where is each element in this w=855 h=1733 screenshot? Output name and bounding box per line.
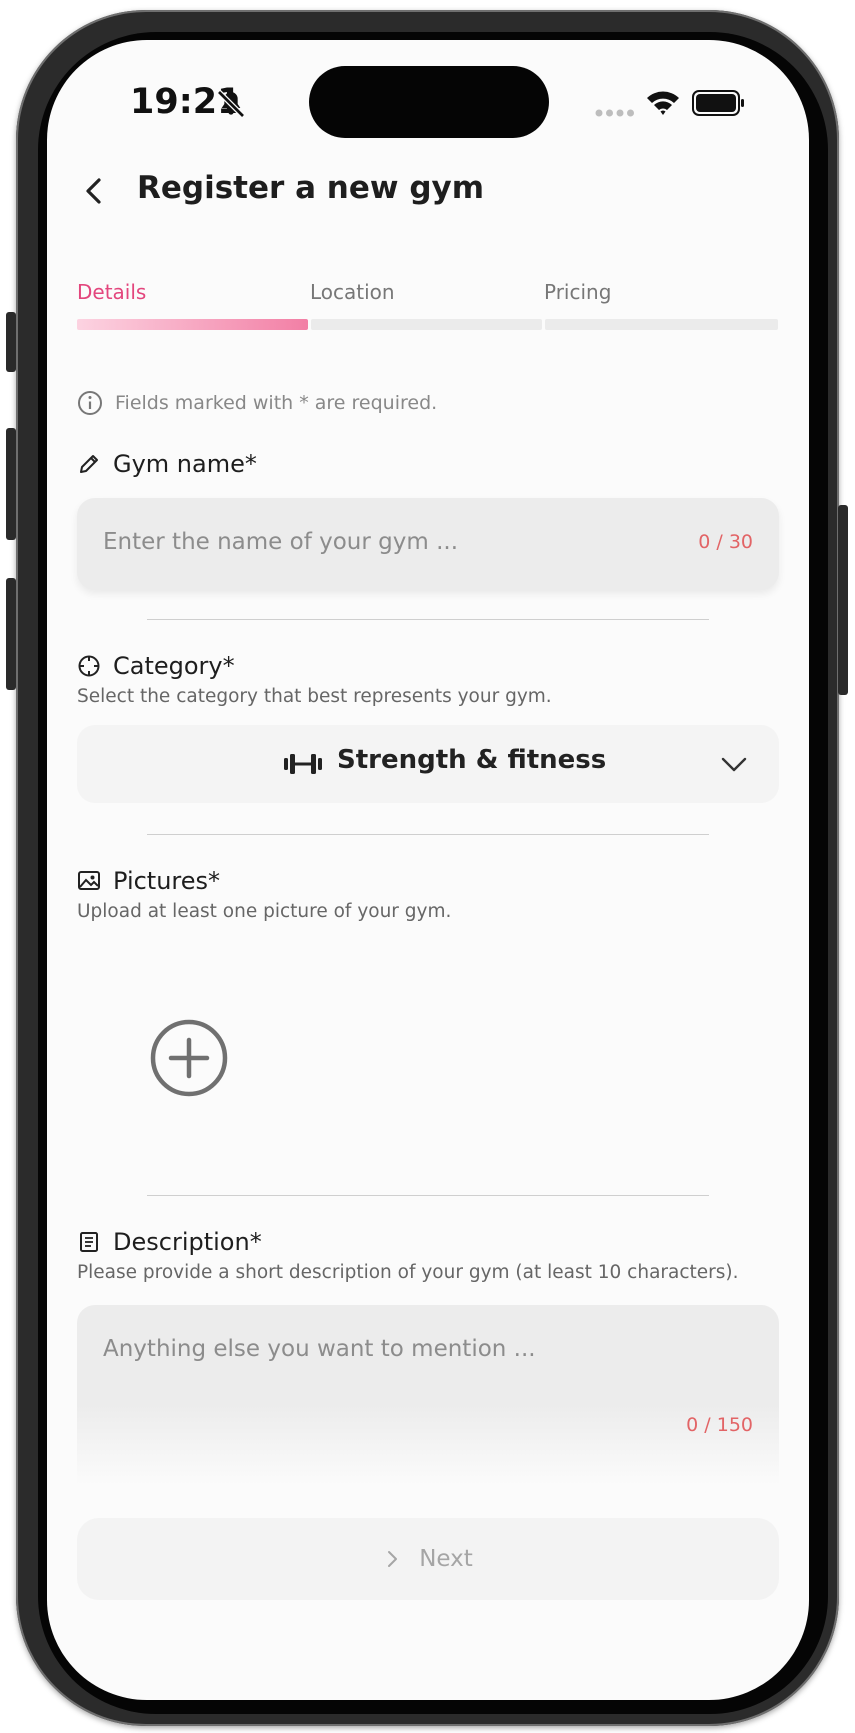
category-select[interactable]: Strength & fitness (77, 725, 779, 803)
image-gallery-icon (78, 871, 100, 890)
gym-name-title: Gym name* (77, 450, 257, 478)
add-picture-icon[interactable] (149, 1018, 229, 1098)
pencil-icon (80, 455, 98, 473)
step-progress-details (77, 319, 308, 330)
description-input[interactable]: Anything else you want to mention ... 0 … (77, 1305, 779, 1485)
step-progress-pricing (545, 319, 778, 330)
divider (147, 834, 709, 835)
gym-name-label: Gym name* (113, 450, 257, 478)
gym-name-placeholder: Enter the name of your gym ... (103, 529, 459, 555)
power-button (838, 505, 848, 695)
chevron-right-icon (388, 1551, 398, 1567)
volume-up-button (6, 428, 16, 540)
volume-down-button (6, 578, 16, 690)
description-counter: 0 / 150 (686, 1414, 753, 1436)
step-details[interactable]: Details (77, 280, 146, 304)
next-button-label: Next (419, 1546, 473, 1572)
required-info: Fields marked with * are required. (77, 390, 437, 416)
pictures-subtitle: Upload at least one picture of your gym. (77, 901, 452, 922)
category-selected-value: Strength & fitness (337, 745, 607, 775)
step-location[interactable]: Location (310, 280, 395, 304)
category-title: Category* (77, 652, 235, 680)
gym-name-input[interactable]: Enter the name of your gym ... 0 / 30 (77, 498, 779, 590)
step-pricing[interactable]: Pricing (544, 280, 611, 304)
back-arrow-icon[interactable] (77, 173, 113, 209)
wifi-icon (647, 91, 679, 115)
gym-name-counter: 0 / 30 (698, 531, 753, 553)
bell-muted-icon (217, 90, 245, 118)
divider (147, 1195, 709, 1196)
dynamic-island (309, 66, 549, 138)
next-button[interactable]: Next (77, 1518, 779, 1600)
crosshair-icon (78, 655, 100, 677)
step-progress-location (311, 319, 542, 330)
chevron-down-icon (721, 757, 747, 772)
info-icon (78, 391, 102, 415)
dumbbell-icon (284, 754, 322, 774)
action-button (6, 312, 16, 372)
category-label: Category* (113, 652, 235, 680)
description-placeholder: Anything else you want to mention ... (103, 1336, 536, 1362)
pictures-label: Pictures* (113, 867, 221, 895)
document-icon (80, 1232, 98, 1252)
description-title: Description* (77, 1228, 262, 1256)
battery-icon (692, 90, 744, 116)
required-info-text: Fields marked with * are required. (115, 392, 438, 414)
category-subtitle: Select the category that best represents… (77, 686, 552, 707)
signal-dots-icon (595, 109, 634, 117)
description-subtitle: Please provide a short description of yo… (77, 1262, 739, 1283)
description-label: Description* (113, 1228, 262, 1256)
page-title: Register a new gym (137, 170, 485, 206)
pictures-title: Pictures* (77, 867, 220, 895)
divider (147, 619, 709, 620)
screen: 19:21 Register a new gym Details Locatio… (47, 40, 809, 1700)
